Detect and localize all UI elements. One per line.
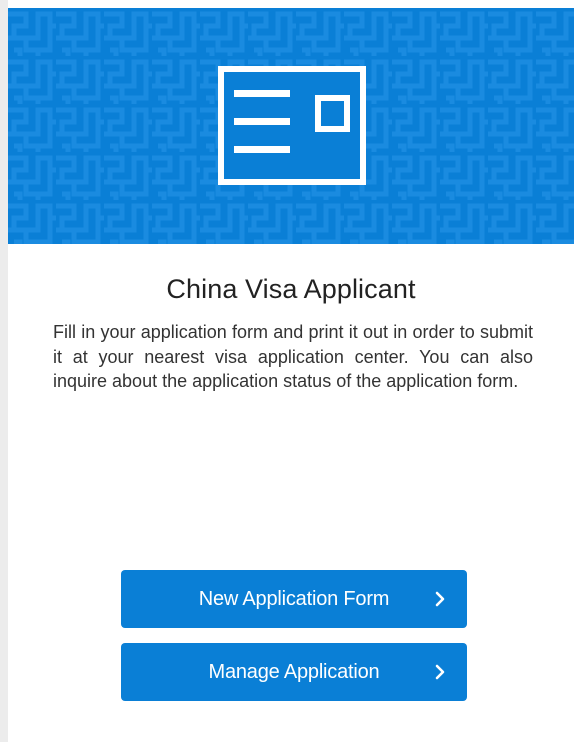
new-application-form-button[interactable]: New Application Form — [121, 570, 467, 628]
visa-applicant-card: China Visa Applicant Fill in your applic… — [0, 0, 574, 742]
card-content: China Visa Applicant Fill in your applic… — [8, 244, 574, 742]
manage-application-label: Manage Application — [208, 660, 380, 683]
chevron-right-icon — [435, 591, 445, 607]
left-border — [0, 0, 8, 742]
manage-application-button[interactable]: Manage Application — [121, 643, 467, 701]
new-application-form-label: New Application Form — [198, 587, 390, 610]
page-title: China Visa Applicant — [166, 274, 416, 304]
hero-banner — [8, 8, 574, 244]
description-text: Fill in your application form and print … — [53, 322, 533, 391]
chevron-right-icon — [435, 664, 445, 680]
id-card-icon — [218, 66, 366, 185]
